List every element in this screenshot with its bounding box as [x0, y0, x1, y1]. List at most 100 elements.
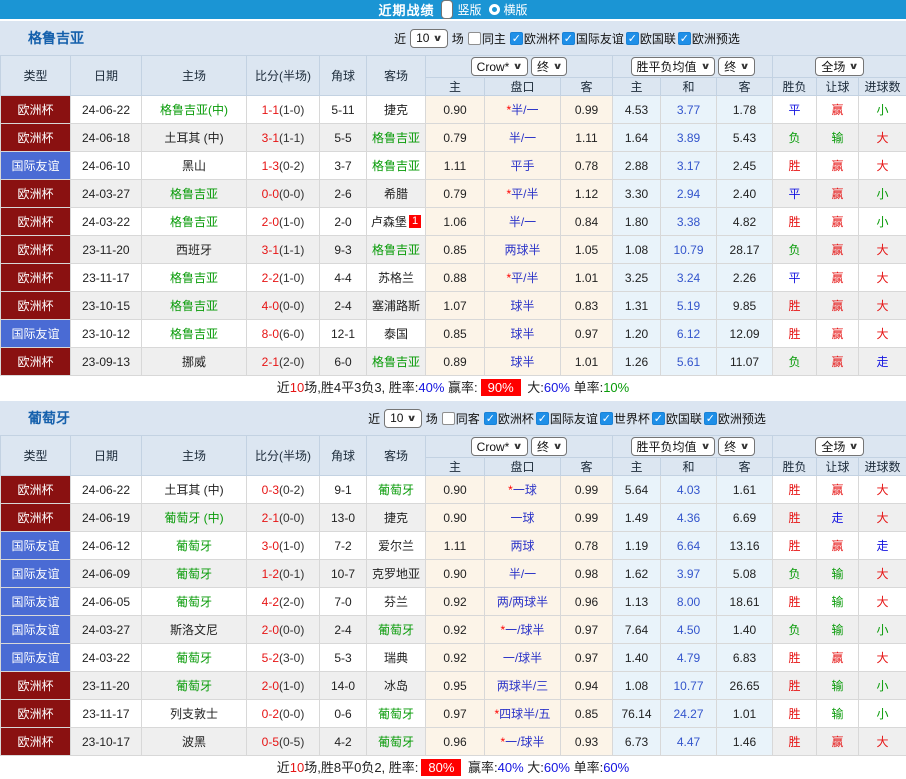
fullmatch-group-header: 全场∨ — [773, 56, 906, 78]
summary-georgia: 近10场,胜4平3负3, 胜率:40% 赢率:90% 大:60% 单率:10% — [0, 376, 906, 399]
corners: 9-1 — [320, 476, 367, 504]
competition-filter[interactable]: ✓欧洲预选 — [704, 410, 766, 427]
fulltime-score: 0-3 — [262, 483, 279, 497]
table-row: 国际友谊24-06-09葡萄牙1-2(0-1)10-7克罗地亚0.90半/一0.… — [1, 560, 906, 588]
checkbox-icon[interactable]: ✓ — [678, 32, 691, 45]
competition-filter[interactable]: ✓欧洲预选 — [678, 30, 740, 47]
avg-odds-select[interactable]: 胜平负均值∨ — [631, 437, 715, 456]
handicap-line: 两球半/三 — [485, 672, 561, 700]
match-count-select[interactable]: 10∨ — [384, 409, 422, 428]
competition-filter[interactable]: ✓国际友谊 — [536, 410, 598, 427]
match-count-select[interactable]: 10∨ — [410, 29, 448, 48]
handicap-result: 赢 — [817, 152, 859, 180]
checkbox-icon[interactable]: ✓ — [704, 412, 717, 425]
checkbox-icon[interactable] — [442, 412, 455, 425]
halftime-score: (1-0) — [279, 271, 304, 285]
avg-away-odds: 6.83 — [717, 644, 773, 672]
checkbox-icon[interactable]: ✓ — [600, 412, 613, 425]
handicap-away-odds: 0.97 — [561, 616, 613, 644]
competition-filter[interactable]: ✓欧洲杯 — [510, 30, 560, 47]
final-odds-select2[interactable]: 终∨ — [718, 437, 754, 456]
competition-filter[interactable]: ✓国际友谊 — [562, 30, 624, 47]
avg-home-odds: 7.64 — [613, 616, 661, 644]
result: 胜 — [773, 208, 817, 236]
handicap-group-header: Crow*∨ 终∨ — [426, 56, 613, 78]
result: 负 — [773, 616, 817, 644]
checkbox-icon[interactable]: ✓ — [626, 32, 639, 45]
same-venue-label: 同主 — [482, 30, 506, 47]
layout-option-horizontal[interactable]: 横版 — [489, 1, 528, 18]
fulltime-score: 4-2 — [262, 595, 279, 609]
radio-selected-icon[interactable] — [441, 0, 453, 19]
checkbox-icon[interactable]: ✓ — [652, 412, 665, 425]
same-venue-filter[interactable]: 同主 — [468, 30, 506, 47]
result: 胜 — [773, 320, 817, 348]
final-odds-select[interactable]: 终∨ — [531, 57, 567, 76]
checkbox-icon[interactable]: ✓ — [562, 32, 575, 45]
col-goals: 进球数 — [859, 78, 906, 96]
summary-segment: 赢率: — [444, 380, 477, 395]
goals-result: 大 — [859, 504, 906, 532]
section-header-portugal: 葡萄牙 近 10∨ 场 同客 ✓欧洲杯✓国际友谊✓世界杯✓欧国联✓欧洲预选 — [0, 399, 906, 435]
summary-segment: 近 — [277, 380, 290, 395]
handicap-line: 两球半 — [485, 236, 561, 264]
fullmatch-select[interactable]: 全场∨ — [815, 57, 863, 76]
score: 2-1(2-0) — [247, 348, 320, 376]
table-row: 欧洲杯24-06-22土耳其 (中)0-3(0-2)9-1葡萄牙0.90*一球0… — [1, 476, 906, 504]
score: 2-1(0-0) — [247, 504, 320, 532]
fulltime-score: 2-1 — [262, 355, 279, 369]
match-date: 23-11-20 — [71, 236, 142, 264]
competition-badge: 国际友谊 — [1, 152, 71, 180]
handicap-result: 赢 — [817, 96, 859, 124]
handicap-home-odds: 1.06 — [426, 208, 485, 236]
avg-odds-group-header: 胜平负均值∨ 终∨ — [613, 56, 773, 78]
goals-result: 小 — [859, 700, 906, 728]
handicap-away-odds: 1.11 — [561, 124, 613, 152]
handicap-line: 半/一 — [485, 208, 561, 236]
bookmaker-select[interactable]: Crow*∨ — [471, 437, 528, 456]
avg-odds-select[interactable]: 胜平负均值∨ — [631, 57, 715, 76]
handicap-line: *四球半/五 — [485, 700, 561, 728]
layout-option-vertical[interactable]: 竖版 — [441, 0, 481, 19]
handicap-line: 球半 — [485, 320, 561, 348]
result: 胜 — [773, 644, 817, 672]
score: 3-1(1-1) — [247, 236, 320, 264]
competition-filter[interactable]: ✓欧国联 — [626, 30, 676, 47]
avg-away-odds: 1.01 — [717, 700, 773, 728]
score: 0-5(0-5) — [247, 728, 320, 756]
avg-draw-odds: 2.94 — [661, 180, 717, 208]
result: 胜 — [773, 292, 817, 320]
match-date: 24-06-18 — [71, 124, 142, 152]
handicap-away-odds: 0.85 — [561, 700, 613, 728]
col-type: 类型 — [1, 56, 71, 96]
score: 8-0(6-0) — [247, 320, 320, 348]
competition-filter[interactable]: ✓欧洲杯 — [484, 410, 534, 427]
fulltime-score: 2-2 — [262, 271, 279, 285]
handicap-result: 赢 — [817, 728, 859, 756]
checkbox-icon[interactable] — [468, 32, 481, 45]
checkbox-icon[interactable]: ✓ — [536, 412, 549, 425]
competition-badge: 欧洲杯 — [1, 700, 71, 728]
same-venue-filter[interactable]: 同客 — [442, 410, 480, 427]
handicap-home-odds: 0.92 — [426, 616, 485, 644]
corners: 4-2 — [320, 728, 367, 756]
corners: 2-4 — [320, 292, 367, 320]
summary-segment: 40% — [418, 380, 444, 395]
fullmatch-select[interactable]: 全场∨ — [815, 437, 863, 456]
final-odds-select2[interactable]: 终∨ — [718, 57, 754, 76]
radio-unselected-icon[interactable] — [489, 4, 500, 15]
fulltime-score: 0-0 — [262, 187, 279, 201]
competition-filter[interactable]: ✓欧国联 — [652, 410, 702, 427]
checkbox-icon[interactable]: ✓ — [510, 32, 523, 45]
match-date: 24-06-19 — [71, 504, 142, 532]
home-team: 斯洛文尼 — [142, 616, 247, 644]
handicap-away-odds: 0.78 — [561, 152, 613, 180]
summary-segment: 大: — [524, 380, 544, 395]
final-odds-select[interactable]: 终∨ — [531, 437, 567, 456]
competition-filter[interactable]: ✓世界杯 — [600, 410, 650, 427]
away-team: 格鲁吉亚 — [367, 124, 426, 152]
bookmaker-select[interactable]: Crow*∨ — [471, 57, 528, 76]
competition-badge: 欧洲杯 — [1, 348, 71, 376]
chevron-down-icon: ∨ — [740, 61, 750, 72]
checkbox-icon[interactable]: ✓ — [484, 412, 497, 425]
